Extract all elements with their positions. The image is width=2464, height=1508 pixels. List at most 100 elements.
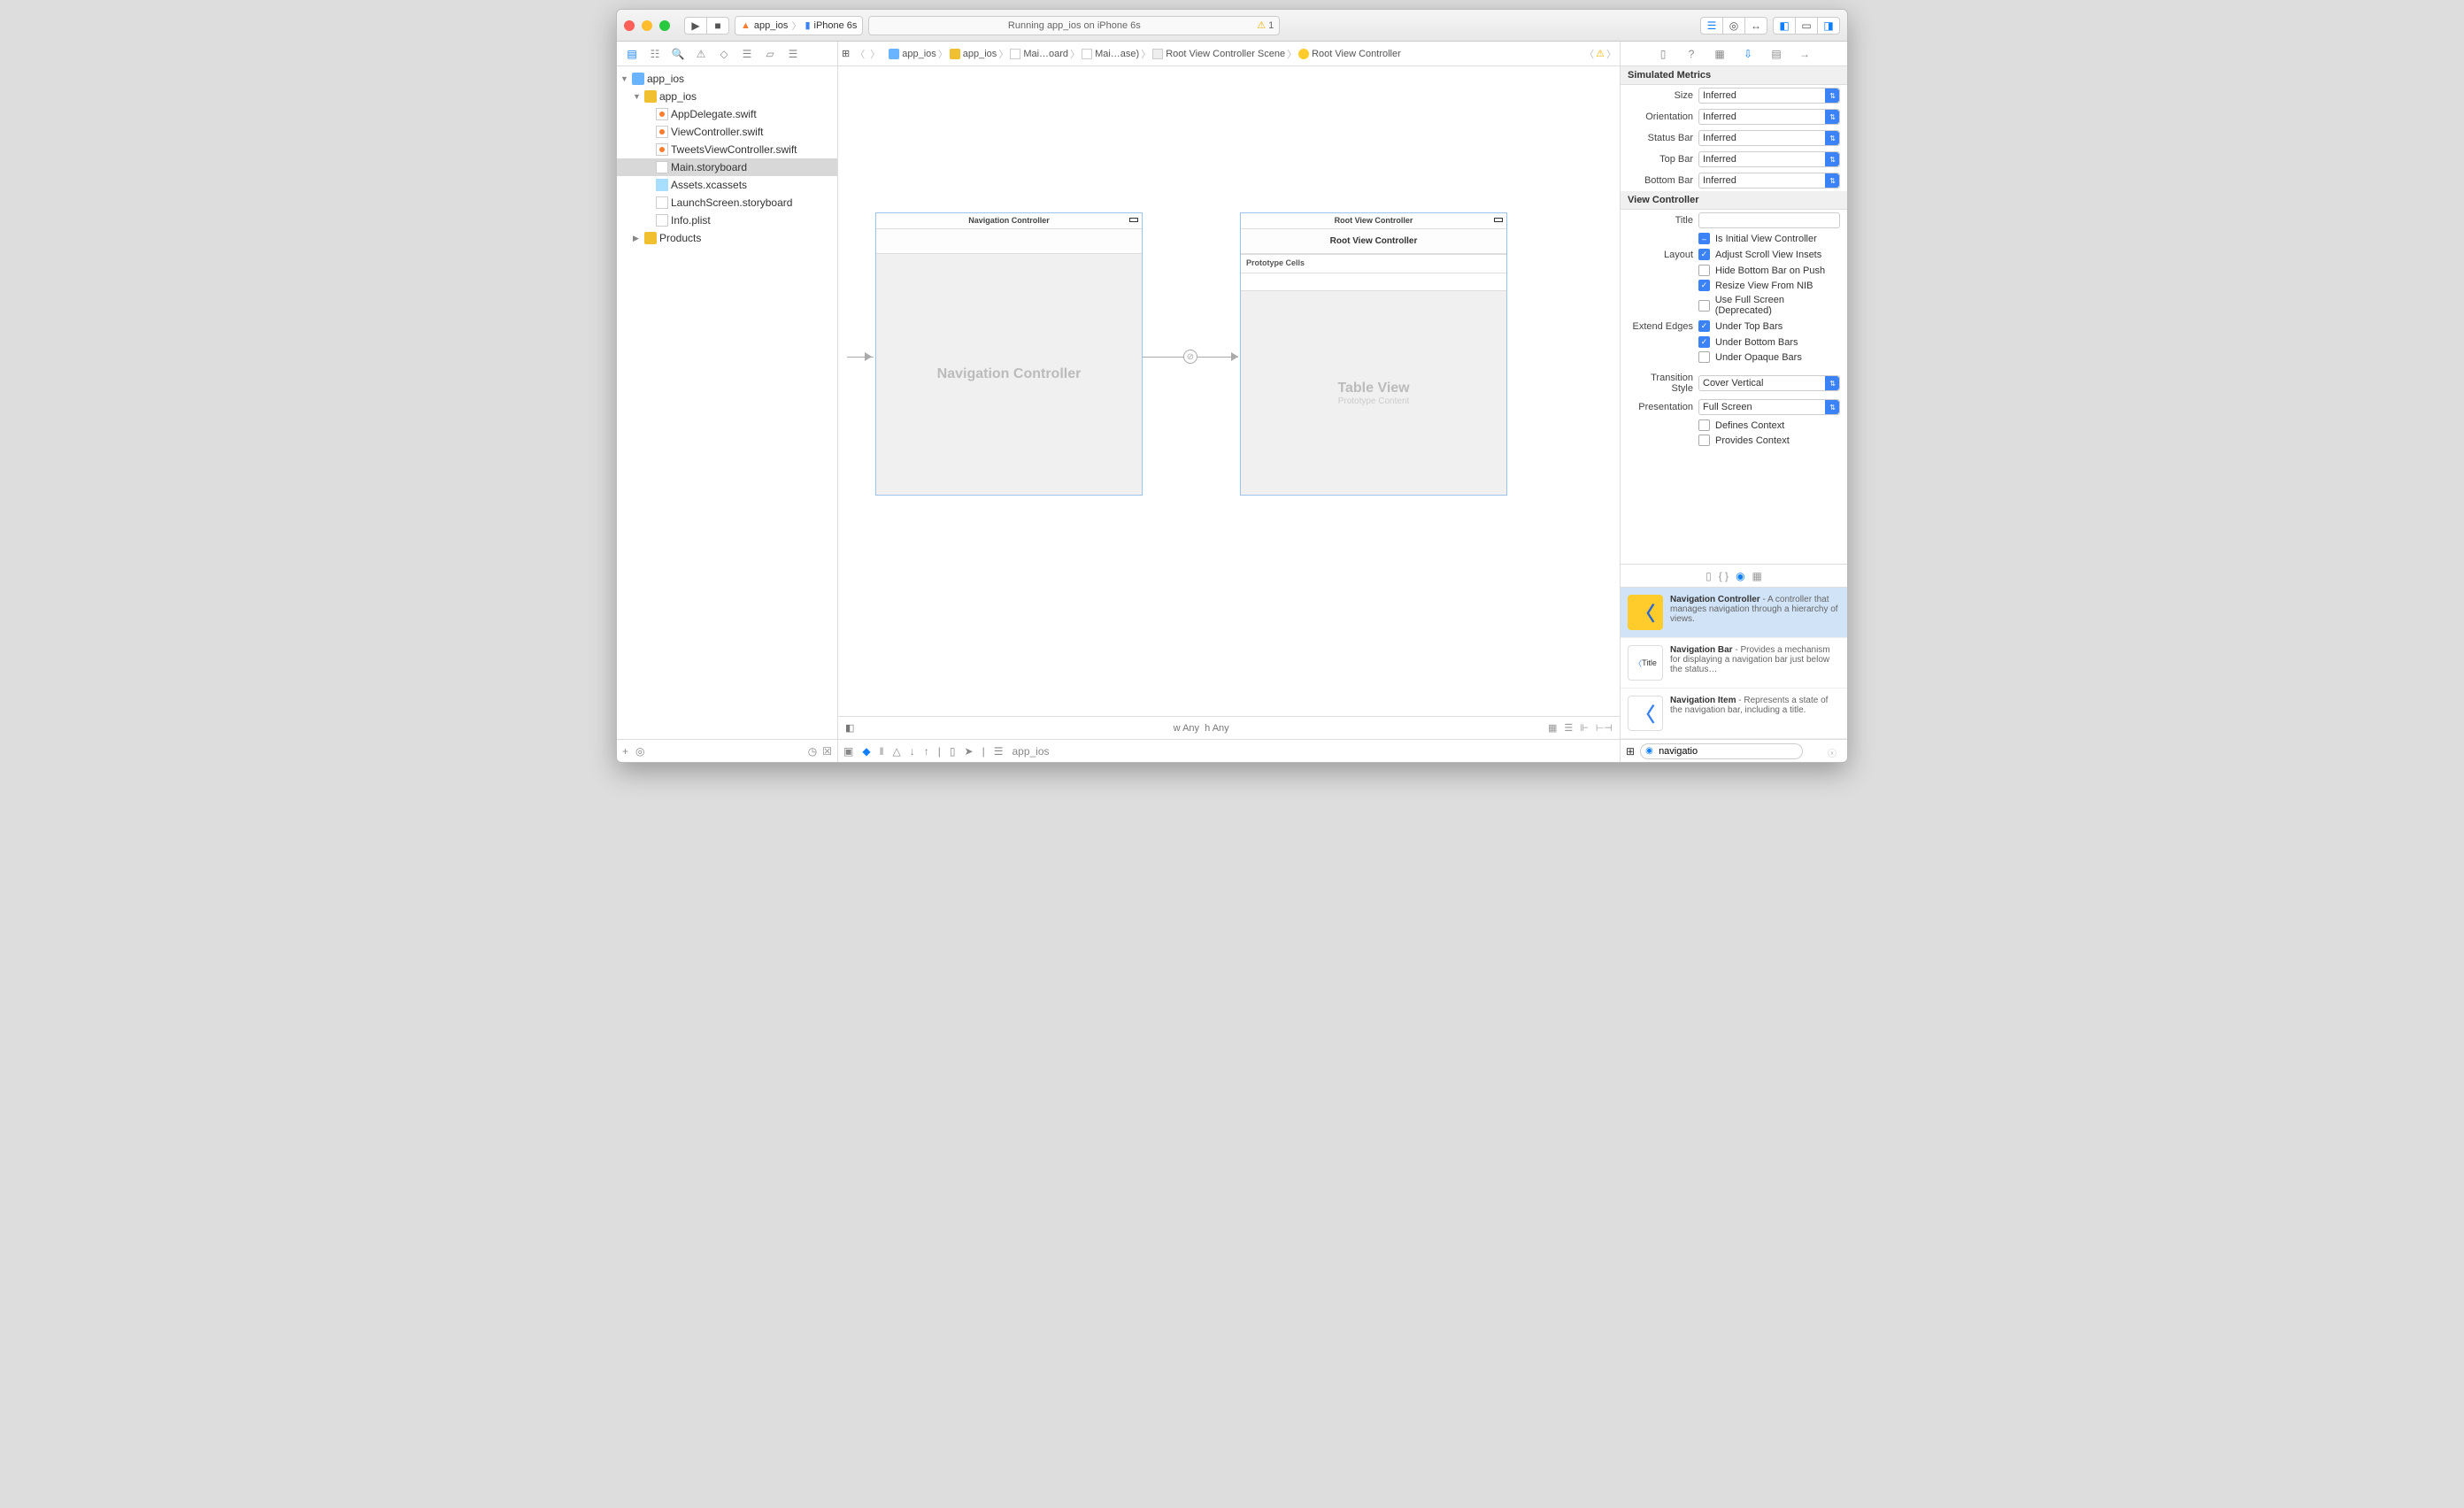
adjust-insets-checkbox[interactable]: ✓ <box>1698 249 1710 260</box>
scheme-selector[interactable]: ▲ app_ios 〉 ▮ iPhone 6s <box>735 16 863 35</box>
connections-inspector-tab[interactable]: → <box>1792 43 1817 65</box>
layout-icon[interactable]: ▦ <box>1548 722 1557 734</box>
project-navigator-tab[interactable]: ▤ <box>620 43 643 65</box>
orientation-select[interactable]: Inferred⇅ <box>1698 109 1840 125</box>
run-button[interactable]: ▶ <box>684 17 707 35</box>
warning-icon[interactable]: ⚠ <box>1596 48 1605 59</box>
process-icon[interactable]: ☰ <box>994 745 1004 758</box>
navigation-item-icon: 〈 <box>1628 696 1663 731</box>
tree-file[interactable]: LaunchScreen.storyboard <box>617 194 837 212</box>
storyboard-canvas[interactable]: Navigation Controller Navigation Control… <box>838 66 1620 716</box>
toolbar: ▶ ■ ▲ app_ios 〉 ▮ iPhone 6s Running app_… <box>617 10 1847 42</box>
add-button[interactable]: + <box>622 745 628 758</box>
close-icon[interactable] <box>624 20 635 31</box>
jump-bar[interactable]: ⊞ 〈 〉 app_ios〉 app_ios〉 Mai…oard〉 Mai…as… <box>838 42 1620 66</box>
toggle-debug-button[interactable]: ▭ <box>1795 17 1818 35</box>
provides-context-checkbox[interactable] <box>1698 435 1710 446</box>
warning-icon: ⚠ <box>1257 19 1266 31</box>
embed-icon[interactable]: ☰ <box>1564 722 1573 734</box>
document-outline-toggle[interactable]: ◧ <box>845 722 854 734</box>
code-snippet-tab[interactable]: { } <box>1719 570 1729 582</box>
tree-group[interactable]: ▶Products <box>617 229 837 247</box>
location-icon[interactable]: ➤ <box>965 745 974 758</box>
scm-icon[interactable]: ☒ <box>822 745 832 758</box>
step-over-button[interactable]: △ <box>893 745 901 758</box>
recent-icon[interactable]: ◷ <box>808 745 817 758</box>
under-opaque-checkbox[interactable] <box>1698 351 1710 363</box>
grid-icon[interactable]: ⊞ <box>1626 745 1635 758</box>
project-tree: ▼app_ios ▼app_ios AppDelegate.swift View… <box>617 66 837 739</box>
transition-select[interactable]: Cover Vertical⇅ <box>1698 375 1840 391</box>
file-template-tab[interactable]: ▯ <box>1706 570 1712 582</box>
related-items-icon[interactable]: ⊞ <box>842 48 850 59</box>
align-icon[interactable]: ⊩ <box>1580 722 1589 734</box>
pin-icon[interactable]: ⊢⊣ <box>1596 722 1613 734</box>
library-item-navigation-bar[interactable]: 〈 Title Navigation Bar - Provides a mech… <box>1621 638 1847 689</box>
library-item-navigation-controller[interactable]: 〈 Navigation Controller - A controller t… <box>1621 588 1847 638</box>
filter-icon[interactable]: ◎ <box>635 745 644 758</box>
fullscreen-checkbox[interactable] <box>1698 300 1710 312</box>
symbol-navigator-tab[interactable]: ☷ <box>643 43 666 65</box>
step-out-button[interactable]: ↑ <box>924 745 929 758</box>
breakpoint-navigator-tab[interactable]: ▱ <box>758 43 782 65</box>
issue-navigator-tab[interactable]: ⚠ <box>689 43 712 65</box>
tree-file[interactable]: ViewController.swift <box>617 123 837 141</box>
pause-button[interactable]: ‖ <box>880 745 884 758</box>
library-item-navigation-item[interactable]: 〈 Navigation Item - Represents a state o… <box>1621 689 1847 739</box>
toggle-navigator-button[interactable]: ◧ <box>1773 17 1796 35</box>
toggle-utilities-button[interactable]: ◨ <box>1817 17 1840 35</box>
editor-standard-button[interactable]: ☰ <box>1700 17 1723 35</box>
test-navigator-tab[interactable]: ◇ <box>712 43 735 65</box>
tree-file-selected[interactable]: Main.storyboard <box>617 158 837 176</box>
activity-status: Running app_ios on iPhone 6s ⚠1 <box>868 16 1280 35</box>
zoom-icon[interactable] <box>659 20 670 31</box>
identity-inspector-tab[interactable]: ▦ <box>1707 43 1732 65</box>
size-inspector-tab[interactable]: ▤ <box>1764 43 1789 65</box>
statusbar-select[interactable]: Inferred⇅ <box>1698 130 1840 146</box>
size-select[interactable]: Inferred⇅ <box>1698 88 1840 104</box>
initial-vc-checkbox[interactable]: – <box>1698 233 1710 244</box>
under-bottom-checkbox[interactable]: ✓ <box>1698 336 1710 348</box>
back-button[interactable]: 〈 <box>855 47 865 61</box>
presentation-select[interactable]: Full Screen⇅ <box>1698 399 1840 415</box>
report-navigator-tab[interactable]: ☰ <box>782 43 805 65</box>
segue-icon[interactable]: ⊘ <box>1183 350 1197 364</box>
debug-navigator-tab[interactable]: ☰ <box>735 43 758 65</box>
title-input[interactable] <box>1698 212 1840 228</box>
bottombar-select[interactable]: Inferred⇅ <box>1698 173 1840 188</box>
tree-project-root[interactable]: ▼app_ios <box>617 70 837 88</box>
defines-context-checkbox[interactable] <box>1698 419 1710 431</box>
scene-root-view-controller[interactable]: Root View Controller Root View Controlle… <box>1240 212 1507 496</box>
find-navigator-tab[interactable]: 🔍 <box>666 43 689 65</box>
tree-group[interactable]: ▼app_ios <box>617 88 837 105</box>
library-search-input[interactable] <box>1640 743 1803 759</box>
tree-file[interactable]: Info.plist <box>617 212 837 229</box>
editor-version-button[interactable]: ↔ <box>1744 17 1767 35</box>
help-inspector-tab[interactable]: ? <box>1679 43 1704 65</box>
debug-target[interactable]: app_ios <box>1012 745 1049 758</box>
tree-file[interactable]: Assets.xcassets <box>617 176 837 194</box>
forward-button[interactable]: 〉 <box>870 47 880 61</box>
breakpoints-toggle[interactable]: ◆ <box>862 745 870 758</box>
topbar-select[interactable]: Inferred⇅ <box>1698 151 1840 167</box>
scene-navigation-controller[interactable]: Navigation Controller Navigation Control… <box>875 212 1143 496</box>
tree-file[interactable]: AppDelegate.swift <box>617 105 837 123</box>
inspector-tabs: ▯ ? ▦ ⇩ ▤ → <box>1621 42 1847 66</box>
file-inspector-tab[interactable]: ▯ <box>1651 43 1675 65</box>
hide-debug-icon[interactable]: ▣ <box>843 745 853 758</box>
stop-button[interactable]: ■ <box>706 17 729 35</box>
editor-area: ⊞ 〈 〉 app_ios〉 app_ios〉 Mai…oard〉 Mai…as… <box>838 42 1621 762</box>
under-top-checkbox[interactable]: ✓ <box>1698 320 1710 332</box>
search-icon: ◉ <box>1645 746 1653 756</box>
attributes-inspector-tab[interactable]: ⇩ <box>1736 43 1760 65</box>
media-library-tab[interactable]: ▦ <box>1752 570 1762 582</box>
editor-assistant-button[interactable]: ◎ <box>1722 17 1745 35</box>
view-debug-icon[interactable]: ▯ <box>950 745 956 758</box>
resize-nib-checkbox[interactable]: ✓ <box>1698 280 1710 291</box>
minimize-icon[interactable] <box>642 20 652 31</box>
step-into-button[interactable]: ↓ <box>910 745 915 758</box>
tree-file[interactable]: TweetsViewController.swift <box>617 141 837 158</box>
hide-bottombar-checkbox[interactable] <box>1698 265 1710 276</box>
clear-icon[interactable]: ⓧ <box>1828 746 1836 759</box>
object-library-tab[interactable]: ◉ <box>1736 570 1744 582</box>
